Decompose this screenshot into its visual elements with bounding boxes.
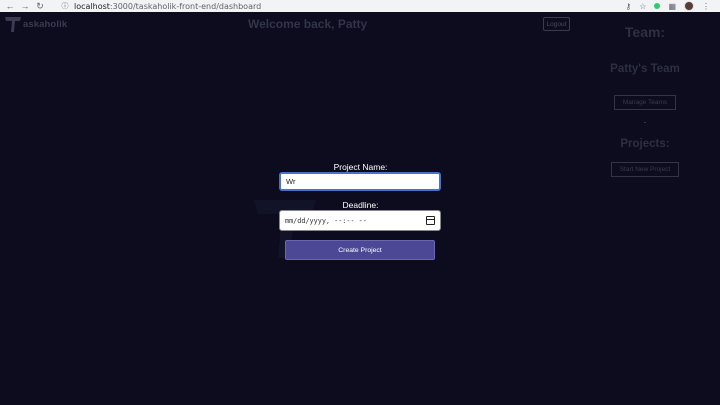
menu-kebab-icon[interactable]: ⋮ <box>702 2 710 11</box>
logo-text: askaholik <box>23 18 68 30</box>
star-icon[interactable]: ☆ <box>639 2 646 11</box>
puzzle-icon[interactable]: ▦ <box>668 2 676 11</box>
url-path: :3000/taskaholik-front-end/dashboard <box>109 1 262 11</box>
address-bar[interactable]: ⓘ localhost:3000/taskaholik-front-end/da… <box>49 1 625 11</box>
create-project-button[interactable]: Create Project <box>285 240 435 260</box>
deadline-label: Deadline: <box>342 200 379 210</box>
team-name: Patty's Team <box>610 63 680 75</box>
url-host: localhost <box>74 1 110 11</box>
reload-icon[interactable]: ↻ <box>34 0 46 12</box>
calendar-icon[interactable] <box>426 216 435 225</box>
team-heading: Team: <box>624 24 666 40</box>
project-name-label: Project Name: <box>333 162 388 172</box>
info-icon[interactable]: ⓘ <box>59 0 71 12</box>
manage-teams-button[interactable]: Manage Teams <box>614 95 676 110</box>
projects-heading: Projects: <box>620 138 670 150</box>
app-dashboard: askaholik Welcome back, Patty Logout Tea… <box>0 12 720 405</box>
extension-dot-icon[interactable] <box>654 3 661 9</box>
browser-toolbar: ← → ↻ ⓘ localhost:3000/taskaholik-front-… <box>0 0 720 12</box>
project-name-input[interactable]: Wr <box>279 172 441 191</box>
arrow-left-icon[interactable]: ← <box>4 0 16 12</box>
deadline-placeholder: mm/dd/yyyy, --:-- -- <box>285 216 367 225</box>
start-new-project-button[interactable]: Start New Project <box>611 162 679 177</box>
deadline-input[interactable]: mm/dd/yyyy, --:-- -- <box>279 210 441 231</box>
profile-avatar[interactable] <box>684 1 694 11</box>
separator-dot <box>644 122 646 123</box>
logo-t-icon <box>4 15 22 33</box>
logout-button[interactable]: Logout <box>543 17 570 31</box>
key-icon[interactable]: ⚷ <box>625 2 631 11</box>
arrow-right-icon[interactable]: → <box>19 0 31 12</box>
app-logo[interactable]: askaholik <box>4 15 67 33</box>
welcome-heading: Welcome back, Patty <box>248 17 368 31</box>
